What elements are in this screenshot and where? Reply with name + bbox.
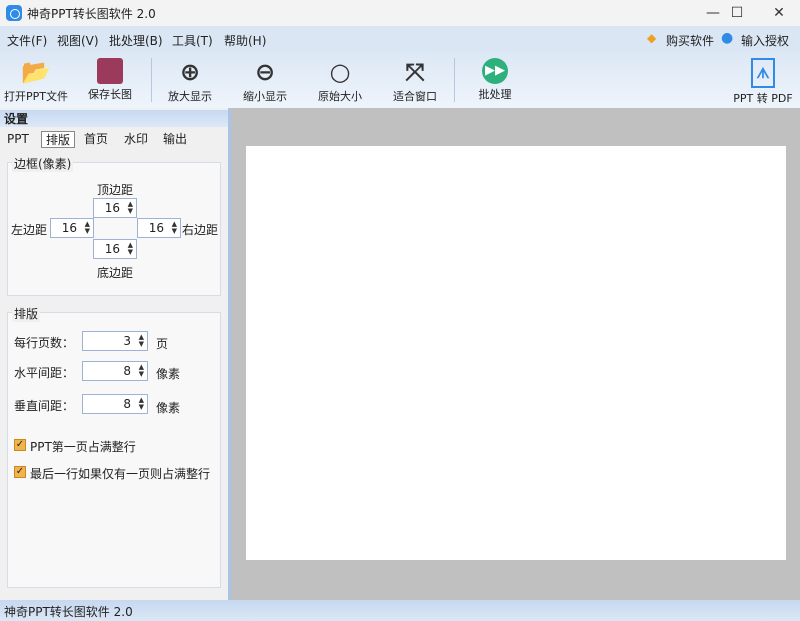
horizontal-gap-unit: 像素 xyxy=(156,367,181,381)
pages-unit: 页 xyxy=(156,337,169,351)
buy-software-link[interactable]: 购买软件 xyxy=(666,32,714,49)
window-title: 神奇PPT转长图软件 2.0 xyxy=(27,7,156,21)
horizontal-gap-label: 水平间距： xyxy=(14,366,75,380)
spinner-icon[interactable]: ▲ ▼ xyxy=(172,221,177,235)
vertical-gap-input[interactable]: 8 ▲ ▼ xyxy=(82,394,148,414)
folder-open-icon: 📂 xyxy=(21,58,51,86)
close-button[interactable]: ✕ xyxy=(756,0,800,26)
pages-per-row-input[interactable]: 3 ▲ ▼ xyxy=(82,331,148,351)
pdf-icon: ᗑ xyxy=(751,58,775,88)
magnifier-icon: ○ xyxy=(329,58,351,86)
right-margin-label: 右边距 xyxy=(182,223,219,237)
original-size-button[interactable]: ○ 原始大小 xyxy=(312,52,368,108)
menu-help[interactable]: 帮助(H) xyxy=(224,32,266,49)
app-icon xyxy=(6,5,22,21)
spinner-icon[interactable]: ▲ ▼ xyxy=(139,397,144,411)
border-group-title: 边框(像素) xyxy=(12,155,74,172)
first-page-full-row-label[interactable]: PPT第一页占满整行 xyxy=(30,438,136,455)
toolbar-separator xyxy=(454,58,455,102)
fast-forward-icon: ▶▶ xyxy=(482,58,508,84)
spinner-icon[interactable]: ▲ ▼ xyxy=(139,364,144,378)
spinner-icon[interactable]: ▲ ▼ xyxy=(85,221,90,235)
ppt-to-pdf-button[interactable]: ᗑ PPT 转 PDF xyxy=(730,52,796,108)
menu-view[interactable]: 视图(V) xyxy=(57,32,99,49)
status-bar: 神奇PPT转长图软件 2.0 xyxy=(0,600,800,621)
panel-title: 设置 xyxy=(0,110,228,127)
open-ppt-button[interactable]: 📂 打开PPT文件 xyxy=(2,52,70,108)
spinner-icon[interactable]: ▲ ▼ xyxy=(139,334,144,348)
first-page-full-row-checkbox[interactable]: ✓ xyxy=(14,439,26,451)
zoom-in-button[interactable]: ⊕ 放大显示 xyxy=(162,52,218,108)
user-icon: ● xyxy=(721,30,734,46)
fit-window-icon: ⤧ xyxy=(405,58,425,86)
maximize-button[interactable]: ☐ xyxy=(714,0,760,26)
tab-output[interactable]: 输出 xyxy=(159,131,191,148)
menu-file[interactable]: 文件(F) xyxy=(7,32,47,49)
zoom-in-icon: ⊕ xyxy=(179,58,201,86)
menu-tools[interactable]: 工具(T) xyxy=(172,32,213,49)
bottom-margin-label: 底边距 xyxy=(97,266,134,280)
diamond-icon: ◆ xyxy=(647,31,657,45)
last-row-full-label[interactable]: 最后一行如果仅有一页则占满整行 xyxy=(30,465,210,482)
vertical-gap-unit: 像素 xyxy=(156,401,181,415)
top-margin-label: 顶边距 xyxy=(97,183,134,197)
left-margin-input[interactable]: 16 ▲ ▼ xyxy=(50,218,94,238)
batch-button[interactable]: ▶▶ 批处理 xyxy=(467,52,523,108)
top-margin-input[interactable]: 16 ▲ ▼ xyxy=(93,198,137,218)
tab-ppt[interactable]: PPT xyxy=(3,131,33,148)
title-bar: 神奇PPT转长图软件 2.0 — ☐ ✕ xyxy=(0,0,800,26)
tab-homepage[interactable]: 首页 xyxy=(80,131,112,148)
right-margin-input[interactable]: 16 ▲ ▼ xyxy=(137,218,181,238)
save-icon xyxy=(97,58,123,84)
tab-watermark[interactable]: 水印 xyxy=(120,131,152,148)
left-margin-label: 左边距 xyxy=(11,223,48,237)
pages-per-row-label: 每行页数： xyxy=(14,336,75,350)
vertical-gap-label: 垂直间距： xyxy=(14,399,75,413)
spinner-icon[interactable]: ▲ ▼ xyxy=(128,242,133,256)
toolbar: 📂 打开PPT文件 保存长图 ⊕ 放大显示 ⊖ 缩小显示 ○ 原始大小 ⤧ 适合… xyxy=(0,52,800,108)
horizontal-gap-input[interactable]: 8 ▲ ▼ xyxy=(82,361,148,381)
spinner-icon[interactable]: ▲ ▼ xyxy=(128,201,133,215)
zoom-out-button[interactable]: ⊖ 缩小显示 xyxy=(237,52,293,108)
toolbar-separator xyxy=(151,58,152,102)
save-image-button[interactable]: 保存长图 xyxy=(80,52,140,108)
fit-window-button[interactable]: ⤧ 适合窗口 xyxy=(387,52,443,108)
menu-batch[interactable]: 批处理(B) xyxy=(109,32,163,49)
layout-group-title: 排版 xyxy=(12,305,41,322)
last-row-full-checkbox[interactable]: ✓ xyxy=(14,466,26,478)
zoom-out-icon: ⊖ xyxy=(254,58,276,86)
tab-layout[interactable]: 排版 xyxy=(41,131,76,148)
bottom-margin-input[interactable]: 16 ▲ ▼ xyxy=(93,239,137,259)
menu-bar: 文件(F) 视图(V) 批处理(B) 工具(T) 帮助(H) ◆ 购买软件 ● … xyxy=(0,26,800,65)
preview-page xyxy=(246,146,786,560)
